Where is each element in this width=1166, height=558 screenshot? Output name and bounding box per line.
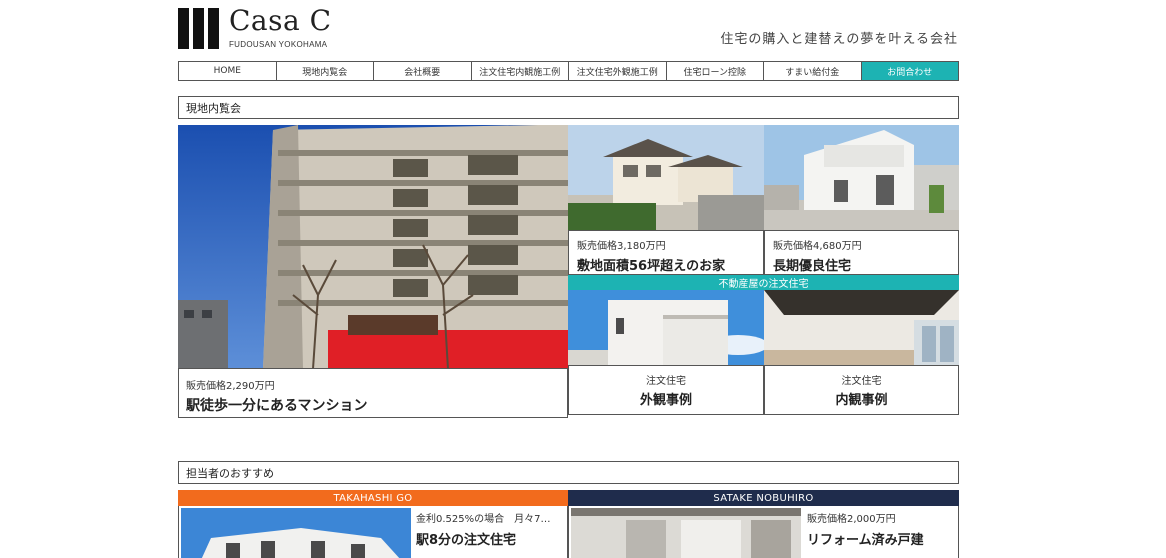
apartment-photo	[178, 125, 568, 369]
interior-examples-card[interactable]: 注文住宅 内観事例	[764, 290, 959, 415]
property-photo	[571, 508, 801, 558]
nav-housing-benefit[interactable]: すまい給付金	[764, 62, 862, 80]
property-headline: 長期優良住宅	[773, 259, 852, 274]
staff-name-header: SATAKE NOBUHIRO	[568, 490, 959, 506]
site-tagline: 住宅の購入と建替えの夢を叶える会社	[720, 32, 958, 47]
property-info: 販売価格3,180万円 敷地面積56坪超えのお家	[568, 230, 764, 275]
property-headline: 敷地面積56坪超えのお家	[577, 259, 726, 274]
example-headline: 内観事例	[835, 393, 888, 408]
nav-loan-deduction[interactable]: 住宅ローン控除	[667, 62, 764, 80]
logo-mark-icon	[178, 8, 220, 49]
main-nav: HOME 現地内覧会 会社概要 注文住宅内観施工例 注文住宅外観施工例 住宅ロー…	[178, 61, 959, 81]
staff-name-header: TAKAHASHI GO	[178, 490, 568, 506]
property-price: 販売価格2,290万円	[186, 381, 275, 392]
interior-photo	[764, 290, 959, 365]
property-price: 販売価格3,180万円	[577, 241, 666, 252]
example-info: 注文住宅 外観事例	[568, 365, 764, 415]
section-title-open-house: 現地内覧会	[178, 96, 959, 119]
property-headline: 駅徒歩一分にあるマンション	[186, 398, 368, 414]
nav-open-house[interactable]: 現地内覧会	[277, 62, 374, 80]
logo-name: Casa C	[229, 4, 332, 37]
house-photo	[568, 125, 764, 230]
example-category: 注文住宅	[646, 376, 686, 387]
staff-pick-headline: リフォーム済み戸建	[807, 533, 924, 548]
staff-pick-card[interactable]: 金利0.525%の場合 月々7… 駅8分の注文住宅	[178, 506, 568, 558]
staff-pick-price: 金利0.525%の場合 月々7…	[416, 514, 551, 525]
logo-subtitle: FUDOUSAN YOKOHAMA	[229, 40, 328, 49]
property-price: 販売価格4,680万円	[773, 241, 862, 252]
section-title-staff-picks: 担当者のおすすめ	[178, 461, 959, 484]
property-photo	[181, 508, 411, 558]
site-logo[interactable]: Casa C FUDOUSAN YOKOHAMA	[178, 4, 338, 50]
nav-interior-examples[interactable]: 注文住宅内観施工例	[472, 62, 569, 80]
nav-home[interactable]: HOME	[179, 62, 277, 80]
staff-pick-price: 販売価格2,000万円	[807, 514, 896, 525]
nav-contact[interactable]: お問合わせ	[861, 62, 958, 80]
exterior-photo	[568, 290, 764, 365]
property-card-large-lot[interactable]: 販売価格3,180万円 敷地面積56坪超えのお家	[568, 125, 764, 275]
custom-home-banner: 不動産屋の注文住宅	[568, 275, 959, 290]
property-card-long-term[interactable]: 販売価格4,680万円 長期優良住宅	[764, 125, 959, 275]
nav-exterior-examples[interactable]: 注文住宅外観施工例	[569, 62, 667, 80]
example-headline: 外観事例	[639, 393, 692, 408]
example-category: 注文住宅	[841, 376, 882, 387]
staff-pick-card[interactable]: 販売価格2,000万円 リフォーム済み戸建	[568, 506, 959, 558]
staff-pick-headline: 駅8分の注文住宅	[416, 533, 517, 548]
exterior-examples-card[interactable]: 注文住宅 外観事例	[568, 290, 764, 415]
house-photo	[764, 125, 959, 230]
property-info: 販売価格4,680万円 長期優良住宅	[764, 230, 959, 275]
property-card-mansion[interactable]: 販売価格2,290万円 駅徒歩一分にあるマンション	[178, 125, 568, 418]
nav-company[interactable]: 会社概要	[374, 62, 472, 80]
property-info: 販売価格2,290万円 駅徒歩一分にあるマンション	[178, 368, 568, 418]
example-info: 注文住宅 内観事例	[764, 365, 959, 415]
